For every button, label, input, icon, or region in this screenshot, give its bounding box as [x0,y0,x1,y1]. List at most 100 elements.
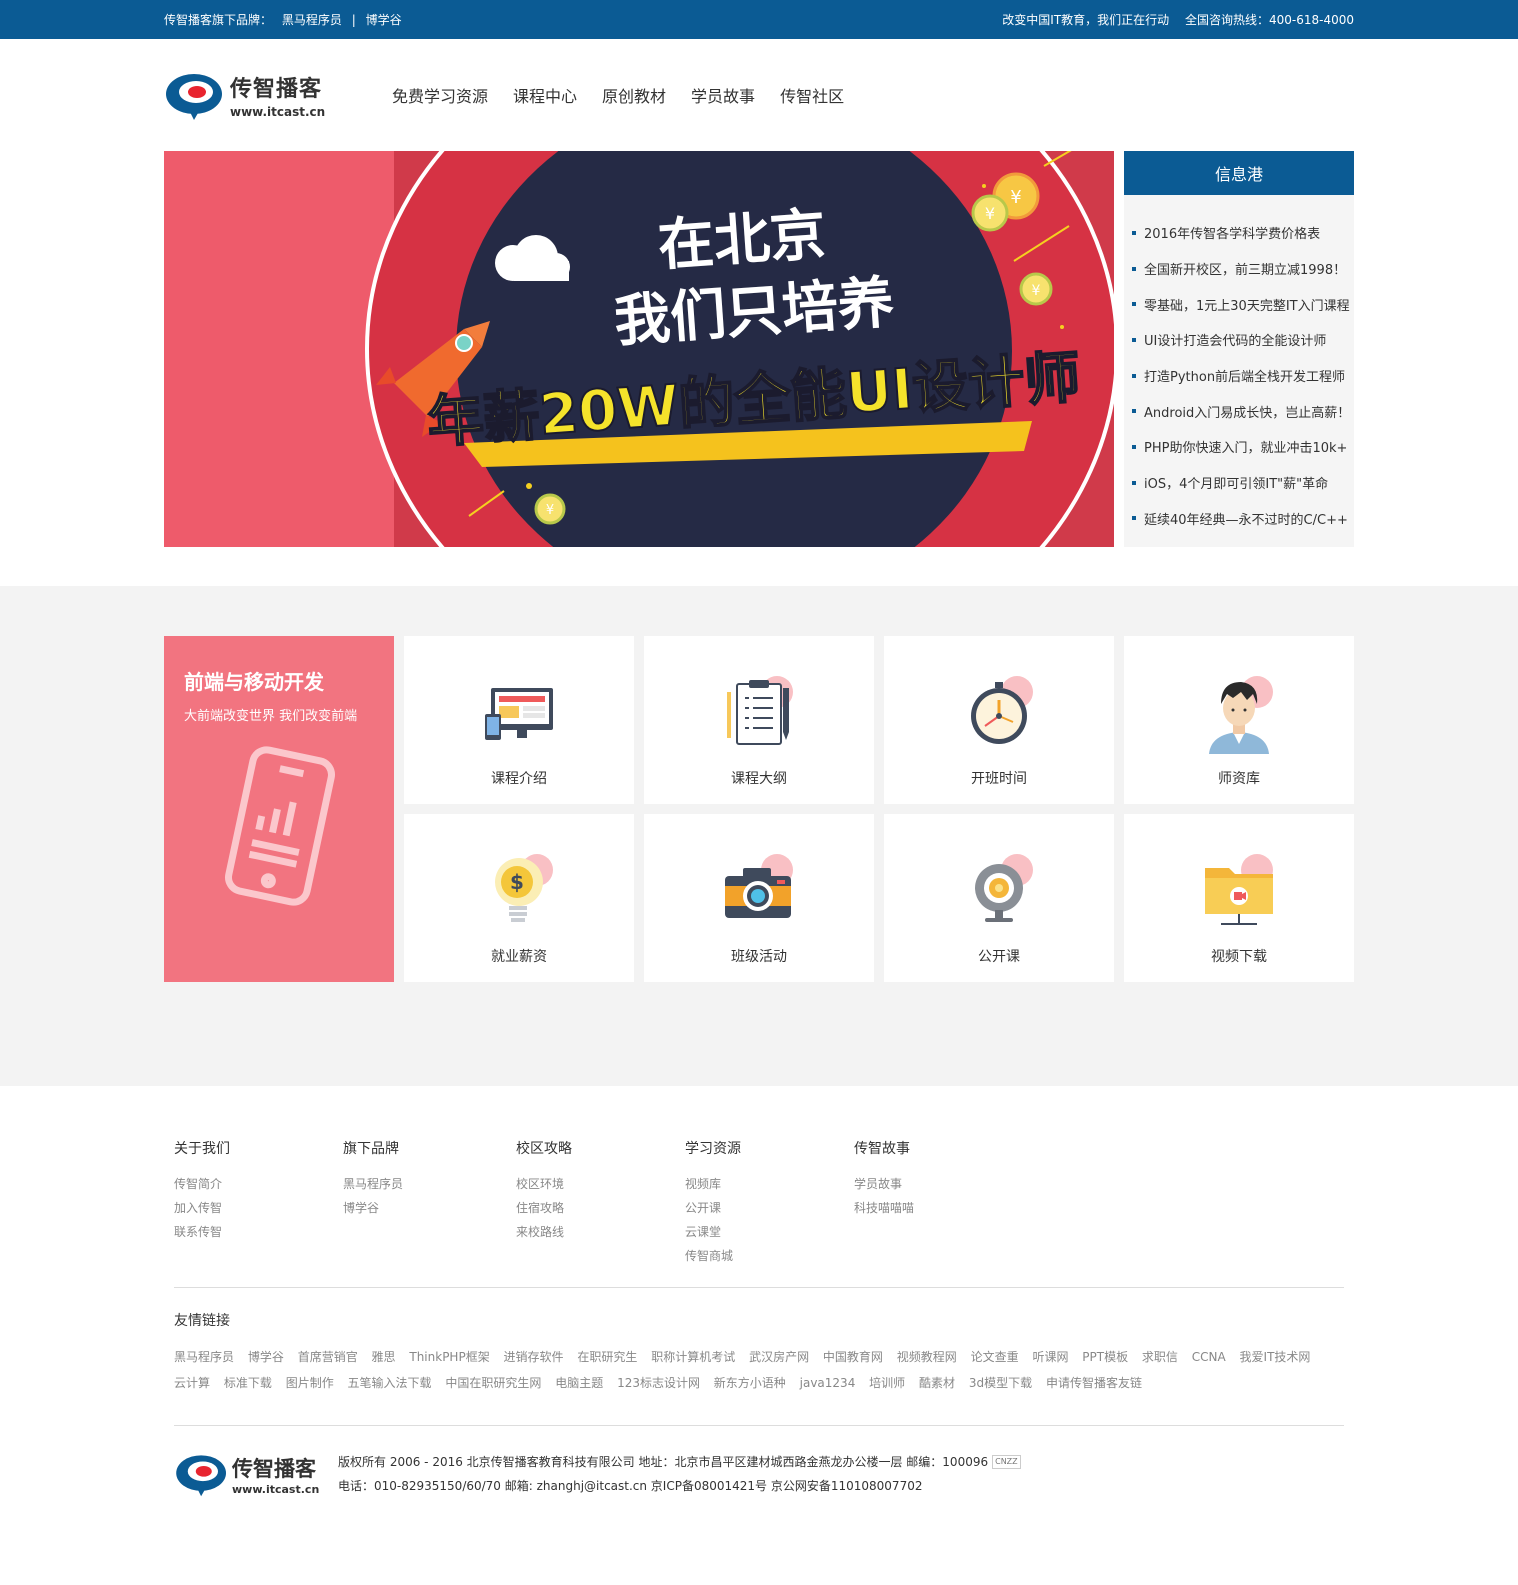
friend-link[interactable]: 求职信 [1142,1350,1178,1364]
footer-link[interactable]: 博学谷 [343,1196,516,1220]
friend-link[interactable]: 雅思 [372,1350,396,1364]
webcam-icon [959,852,1039,932]
friend-link[interactable]: 博学谷 [248,1350,284,1364]
course-card-video-download[interactable]: 视频下载 [1124,814,1354,982]
friend-link[interactable]: java1234 [800,1376,856,1390]
coin-symbol: ¥ [985,204,995,223]
monitor-icon [479,674,559,754]
friend-links: 友情链接 黑马程序员 博学谷 首席营销官 雅思 ThinkPHP框架 进销存软件… [174,1288,1344,1426]
hero-banner[interactable]: ¥ ¥ ¥ ¥ 在北京 我们只培养 年薪20W的全能UI设计师 [164,151,1114,547]
nav-item-student-stories[interactable]: 学员故事 [691,83,755,107]
friend-link[interactable]: 云计算 [174,1376,210,1390]
footer-link[interactable]: 公开课 [685,1196,854,1220]
friend-link[interactable]: 123标志设计网 [617,1376,700,1390]
info-link: 打造Python前后端全栈开发工程师 [1144,370,1346,386]
logo-icon [164,68,226,122]
bullet-icon [1132,302,1136,307]
footer-link[interactable]: 联系传智 [174,1220,343,1244]
course-card-intro[interactable]: 课程介绍 [404,636,634,804]
logo-icon [176,1455,226,1497]
friend-link[interactable]: 在职研究生 [577,1350,637,1364]
friend-link[interactable]: 中国教育网 [823,1350,883,1364]
friend-link[interactable]: 中国在职研究生网 [445,1376,541,1390]
course-card-activities[interactable]: 班级活动 [644,814,874,982]
friend-link[interactable]: 视频教程网 [897,1350,957,1364]
footer-link[interactable]: 学员故事 [854,1172,1023,1196]
footer-link[interactable]: 科技喵喵喵 [854,1196,1023,1220]
course-card-open-class[interactable]: 公开课 [884,814,1114,982]
card-label: 课程介绍 [491,771,547,787]
list-item[interactable]: iOS，4个月即可引领IT"薪"革命 [1132,465,1354,501]
course-card-outline[interactable]: 课程大纲 [644,636,874,804]
footer-col-stories: 传智故事 学员故事 科技喵喵喵 [854,1138,1023,1287]
list-item[interactable]: 打造Python前后端全栈开发工程师 [1132,358,1354,394]
footer-link[interactable]: 加入传智 [174,1196,343,1220]
list-item[interactable]: UI设计打造会代码的全能设计师 [1132,322,1354,358]
list-item[interactable]: 2016年传智各学科学费价格表 [1132,215,1354,251]
info-panel: 信息港 2016年传智各学科学费价格表 全国新开校区，前三期立减1998！ 零基… [1124,151,1354,547]
friend-link[interactable]: 新东方小语种 [714,1376,786,1390]
list-item[interactable]: Android入门易成长快，岂止高薪！ [1132,393,1354,429]
site-logo[interactable]: 传智播客 www.itcast.cn [164,68,392,122]
footer-link[interactable]: 校区环境 [516,1172,685,1196]
coin-symbol: ¥ [1010,187,1021,208]
brand-link-boxuegu[interactable]: 博学谷 [366,13,402,27]
friend-link[interactable]: 我爱IT技术网 [1240,1350,1311,1364]
footer-link[interactable]: 传智简介 [174,1172,343,1196]
cnzz-badge[interactable]: CNZZ [992,1455,1021,1469]
friend-link[interactable]: 电脑主题 [555,1376,603,1390]
course-section: 前端与移动开发 大前端改变世界 我们改变前端 课程介绍 课程大纲 开班时间 师资… [0,586,1518,1086]
brand-link-heima[interactable]: 黑马程序员 [282,13,342,27]
friend-link[interactable]: 培训师 [869,1376,905,1390]
friend-links-list: 黑马程序员 博学谷 首席营销官 雅思 ThinkPHP框架 进销存软件 在职研究… [174,1344,1354,1396]
footer-link[interactable]: 云课堂 [685,1220,854,1244]
friend-link[interactable]: 图片制作 [286,1376,334,1390]
bullet-icon [1132,516,1136,521]
list-item[interactable]: PHP助你快速入门，就业冲击10k+ [1132,429,1354,465]
friend-link[interactable]: 论文查重 [971,1350,1019,1364]
info-link: PHP助你快速入门，就业冲击10k+ [1144,441,1348,457]
nav-item-free-resources[interactable]: 免费学习资源 [392,83,488,107]
course-card-teachers[interactable]: 师资库 [1124,636,1354,804]
friend-link[interactable]: CCNA [1192,1350,1226,1364]
list-item[interactable]: 全国新开校区，前三期立减1998！ [1132,251,1354,287]
nav-item-course-center[interactable]: 课程中心 [513,83,577,107]
list-item[interactable]: 零基础，1元上30天完整IT入门课程 [1132,286,1354,322]
card-label: 课程大纲 [731,771,787,787]
svg-text:$: $ [510,870,524,894]
friend-link[interactable]: 武汉房产网 [749,1350,809,1364]
friend-link[interactable]: 听课网 [1032,1350,1068,1364]
logo-title: 传智播客 [230,77,323,102]
friend-link[interactable]: 标准下载 [224,1376,272,1390]
footer-col-about: 关于我们 传智简介 加入传智 联系传智 [174,1138,343,1287]
footer-link[interactable]: 传智商城 [685,1244,854,1268]
footer-link[interactable]: 视频库 [685,1172,854,1196]
friend-link[interactable]: 申请传智播客友链 [1046,1376,1142,1390]
friend-link[interactable]: PPT模板 [1082,1350,1128,1364]
bullet-icon [1132,444,1136,449]
footer-logo[interactable]: 传智播客 www.itcast.cn [174,1450,334,1498]
friend-link[interactable]: 职称计算机考试 [651,1350,735,1364]
footer-link[interactable]: 住宿攻略 [516,1196,685,1220]
footer-link[interactable]: 来校路线 [516,1220,685,1244]
friend-link[interactable]: 酷素材 [919,1376,955,1390]
friend-link[interactable]: 进销存软件 [504,1350,564,1364]
nav-item-community[interactable]: 传智社区 [780,83,844,107]
info-link: 全国新开校区，前三期立减1998！ [1144,263,1347,279]
course-card-salary[interactable]: $ 就业薪资 [404,814,634,982]
friend-link[interactable]: 首席营销官 [298,1350,358,1364]
friend-link[interactable]: 3d模型下载 [969,1376,1032,1390]
course-feature-card[interactable]: 前端与移动开发 大前端改变世界 我们改变前端 [164,636,394,982]
bullet-icon [1132,480,1136,485]
list-item[interactable]: 延续40年经典—永不过时的C/C++ [1132,501,1354,537]
card-label: 就业薪资 [491,949,547,965]
nav-item-textbooks[interactable]: 原创教材 [602,83,666,107]
footer-columns: 关于我们 传智简介 加入传智 联系传智 旗下品牌 黑马程序员 博学谷 校区攻略 … [174,1138,1344,1288]
card-label: 班级活动 [731,949,787,965]
course-card-schedule[interactable]: 开班时间 [884,636,1114,804]
footer-link[interactable]: 黑马程序员 [343,1172,516,1196]
friend-link[interactable]: 黑马程序员 [174,1350,234,1364]
friend-link[interactable]: ThinkPHP框架 [409,1350,489,1364]
teacher-avatar-icon [1199,674,1279,754]
friend-link[interactable]: 五笔输入法下载 [348,1376,432,1390]
